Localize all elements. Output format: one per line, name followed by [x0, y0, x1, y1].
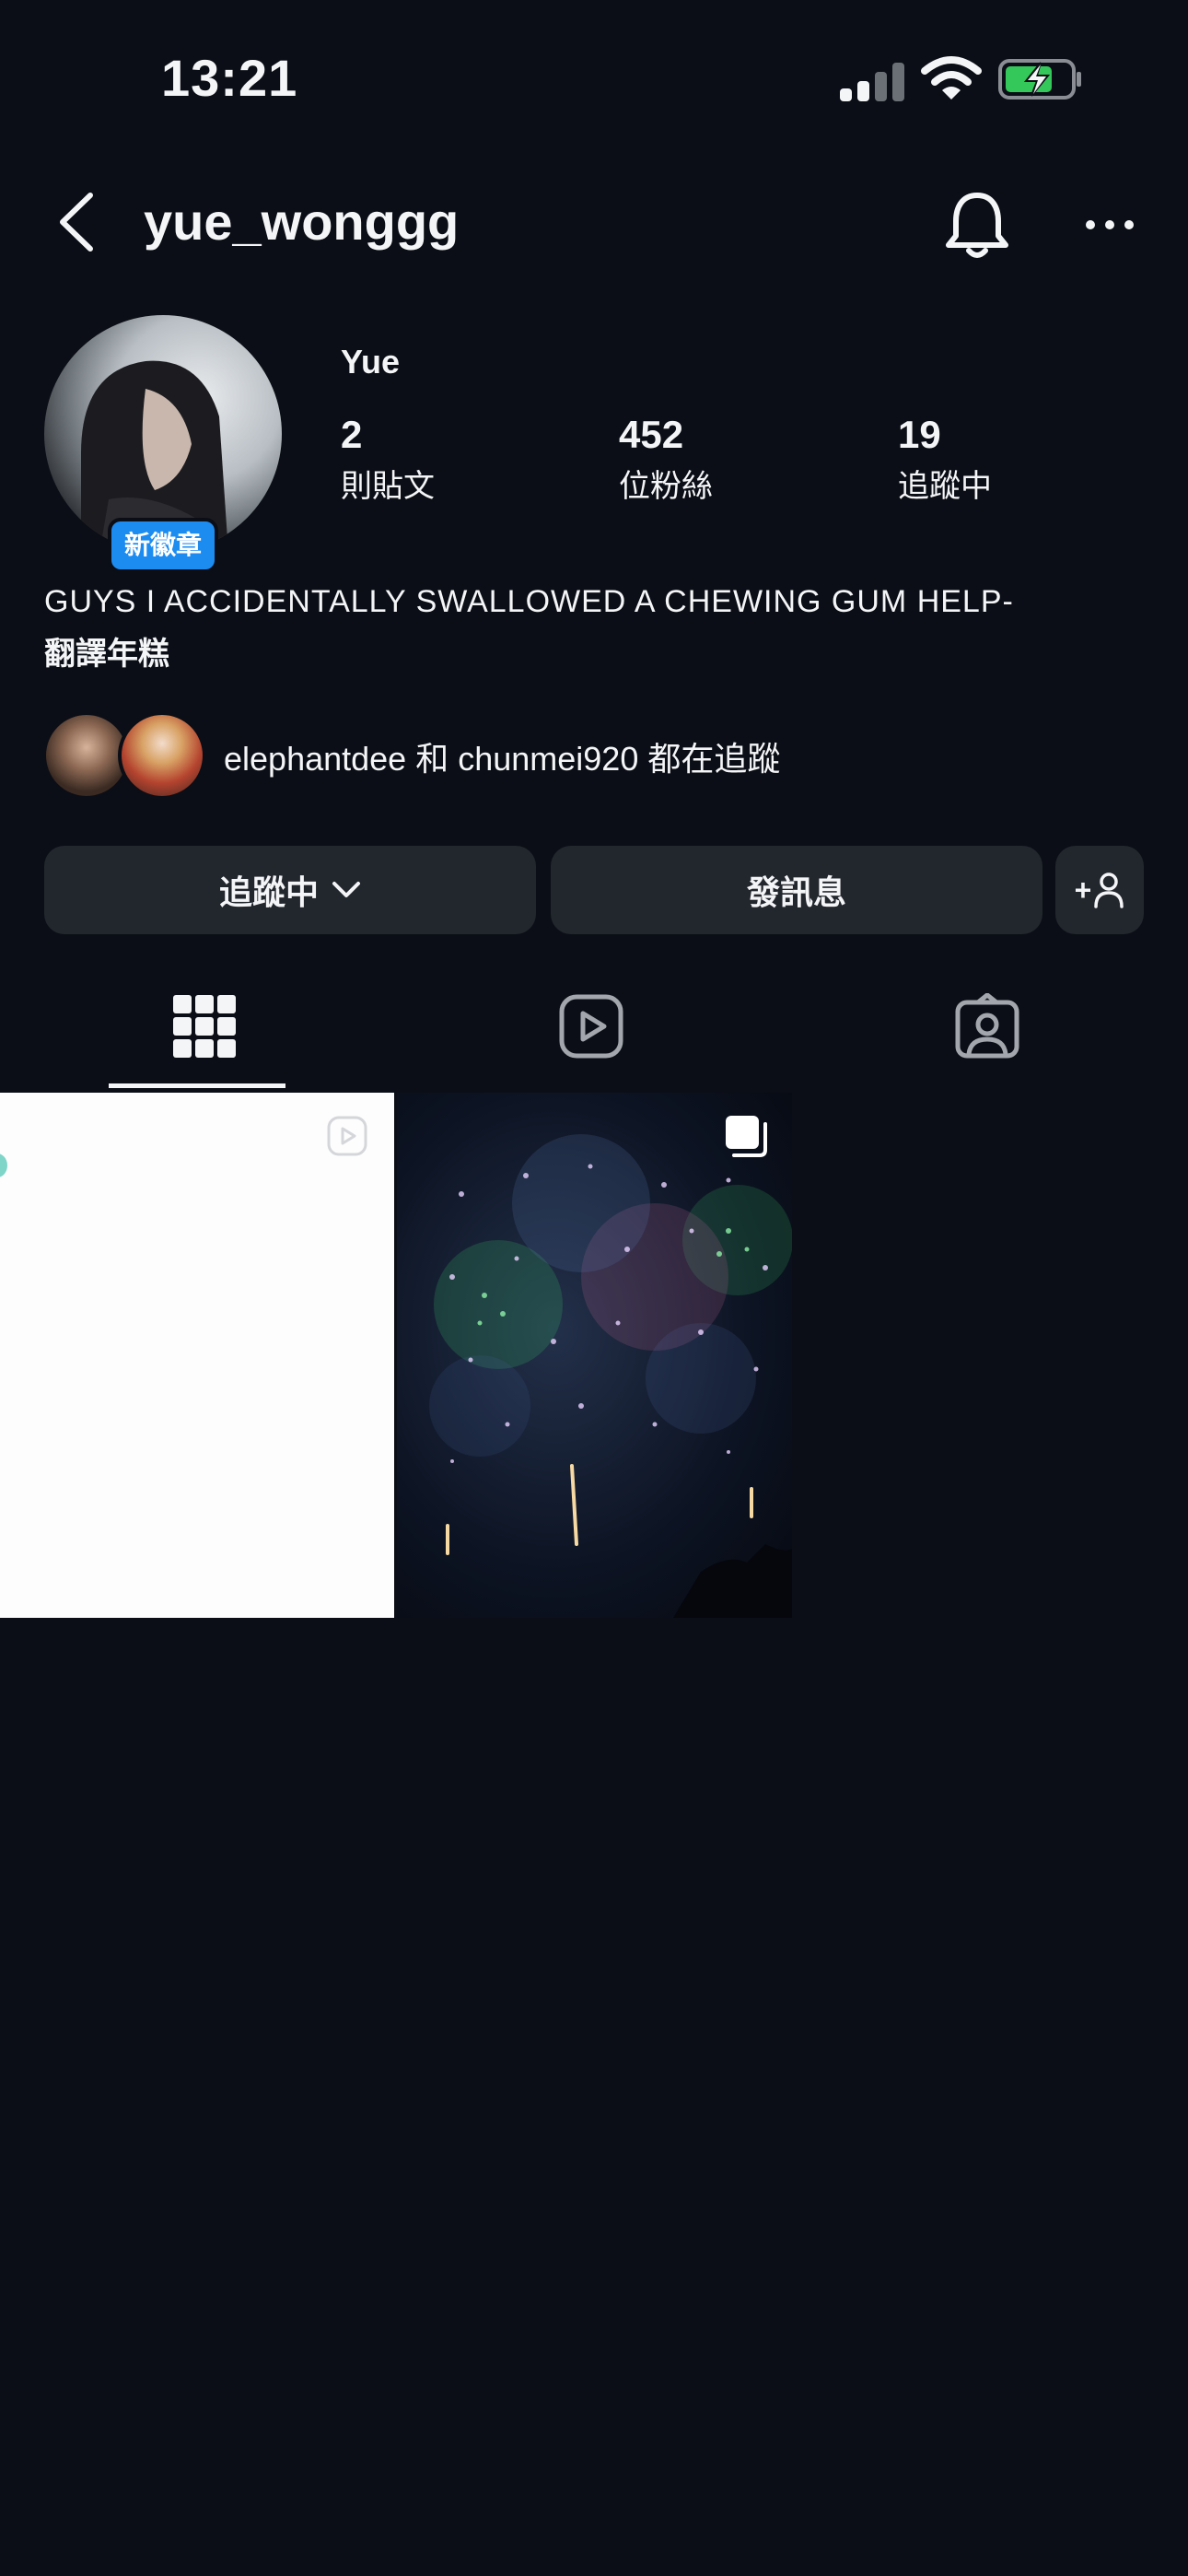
active-tab-indicator [109, 1083, 285, 1088]
notification-bell-icon[interactable] [943, 190, 1011, 260]
stat-followers-count: 452 [619, 413, 684, 456]
stat-following-count: 19 [898, 413, 941, 456]
profile-username: yue_wonggg [144, 193, 460, 251]
posts-grid-tab-icon[interactable] [171, 993, 238, 1060]
stat-posts-count: 2 [341, 413, 363, 456]
stat-followers-label: 位粉絲 [619, 469, 713, 504]
stat-posts[interactable]: 2 則貼文 [341, 413, 435, 506]
stat-following[interactable]: 19 追蹤中 [898, 413, 992, 506]
following-button[interactable]: 追蹤中 [44, 846, 536, 934]
add-person-icon [1094, 872, 1124, 908]
display-name: Yue [341, 343, 401, 381]
bio-text: GUYS I ACCIDENTALLY SWALLOWED A CHEWING … [44, 584, 1014, 619]
following-button-label: 追蹤中 [218, 873, 319, 911]
bio-translation-link[interactable]: 翻譯年糕 [44, 628, 169, 673]
tagged-tab-icon[interactable] [954, 993, 1020, 1060]
cellular-signal-icon [840, 61, 904, 101]
chevron-down-icon [332, 882, 360, 897]
post-thumbnail[interactable] [0, 1093, 394, 1618]
add-person-button[interactable]: + [1055, 846, 1144, 934]
reel-badge-icon [327, 1116, 367, 1156]
reels-tab-icon[interactable] [558, 993, 624, 1060]
stat-posts-label: 則貼文 [341, 469, 435, 504]
fireworks-image [429, 1134, 792, 1618]
stat-followers[interactable]: 452 位粉絲 [619, 413, 713, 506]
back-arrow-icon[interactable] [55, 192, 98, 252]
post-thumbnail[interactable] [397, 1093, 792, 1618]
stat-following-label: 追蹤中 [898, 469, 992, 504]
message-button-label: 發訊息 [746, 873, 846, 911]
new-badge[interactable]: 新徽章 [108, 518, 219, 573]
status-time: 13:21 [161, 49, 298, 107]
more-options-icon[interactable] [1085, 217, 1135, 232]
post-thumbnail-decoration [0, 1153, 7, 1177]
mutual-follower-avatar[interactable] [118, 711, 206, 800]
mutual-followers-text[interactable]: elephantdee 和 chunmei920 都在追蹤 [224, 732, 780, 780]
battery-charging-icon [998, 59, 1081, 100]
message-button[interactable]: 發訊息 [551, 846, 1042, 934]
carousel-badge-icon [726, 1116, 767, 1157]
add-person-label: + [1074, 872, 1092, 907]
wifi-icon [921, 56, 982, 100]
